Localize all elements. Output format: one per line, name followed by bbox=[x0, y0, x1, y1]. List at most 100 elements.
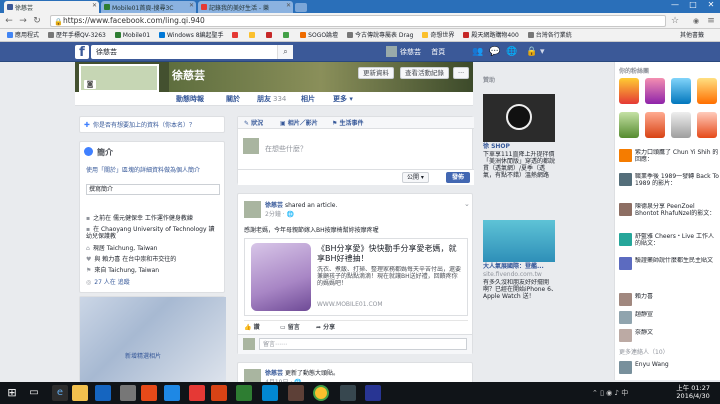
bookmark-item[interactable]: Windows 8編起聖手 bbox=[159, 29, 224, 41]
app-icon[interactable] bbox=[288, 385, 304, 401]
chat-contact[interactable]: Enyu Wang bbox=[619, 360, 719, 377]
app-icon[interactable] bbox=[141, 385, 157, 401]
bookmark-item[interactable]: 奇想世界 bbox=[422, 29, 454, 41]
page-thumbnail[interactable] bbox=[645, 78, 665, 104]
profile-shortcut[interactable]: 徐慈芸 首頁 bbox=[386, 45, 445, 59]
like-button[interactable]: 👍 讚 bbox=[244, 324, 260, 331]
file-explorer-icon[interactable] bbox=[72, 385, 88, 401]
status-input[interactable]: 在想些什麼？ bbox=[265, 144, 307, 154]
chat-contact[interactable]: 奈靜文 bbox=[619, 328, 719, 345]
settings-dropdown-icon[interactable]: ▾ bbox=[540, 46, 545, 58]
page-thumbnail[interactable] bbox=[671, 78, 691, 104]
taskbar-clock[interactable]: 上午 01:27 2016/4/30 bbox=[676, 384, 710, 400]
close-tab-icon[interactable]: ✕ bbox=[92, 2, 97, 9]
chrome-icon[interactable] bbox=[313, 385, 329, 401]
post-button[interactable]: 發佈 bbox=[446, 172, 470, 183]
notifications-icon[interactable]: 🌐 bbox=[506, 46, 517, 58]
messages-icon[interactable]: 💬 bbox=[489, 46, 500, 58]
ask-info-card[interactable]: ✚ 你是否有想要加上的資料（你本名）？ bbox=[79, 116, 225, 133]
home-link[interactable]: 首頁 bbox=[431, 48, 445, 56]
close-tab-icon[interactable]: ✕ bbox=[189, 2, 194, 9]
bookmark-item[interactable] bbox=[266, 29, 274, 41]
comment-input[interactable]: 留言⋯⋯ bbox=[259, 338, 467, 350]
excel-icon[interactable] bbox=[236, 385, 252, 401]
ad-title[interactable]: 大人氣展國際：登艦... bbox=[483, 263, 544, 270]
ad-image[interactable] bbox=[483, 94, 555, 142]
more-options-button[interactable]: ··· bbox=[453, 67, 470, 79]
bookmark-apps[interactable]: 應用程式 bbox=[7, 29, 39, 41]
tab-about[interactable]: 關於 bbox=[226, 93, 240, 105]
page-thumbnail[interactable] bbox=[645, 112, 665, 138]
app-icon[interactable] bbox=[120, 385, 136, 401]
tab-third[interactable]: 記錄我的美好生活 - 樂 ✕ bbox=[198, 1, 293, 13]
privacy-icon[interactable]: 🔒 bbox=[526, 46, 537, 58]
privacy-selector[interactable]: 公開 ▾ bbox=[402, 172, 429, 183]
bookmark-item[interactable]: 殿天網路購物400 bbox=[463, 29, 519, 41]
tab-facebook[interactable]: 徐慈芸 ✕ bbox=[4, 1, 99, 13]
tab-photo-video[interactable]: ▣ 相片／影片 bbox=[280, 120, 318, 127]
avatar[interactable] bbox=[244, 201, 261, 218]
app-icon[interactable] bbox=[365, 385, 381, 401]
update-info-button[interactable]: 更新資料 bbox=[358, 67, 394, 79]
menu-icon[interactable]: ≡ bbox=[705, 15, 717, 27]
new-tab-button[interactable] bbox=[295, 3, 307, 12]
friend-requests-icon[interactable]: 👥 bbox=[472, 46, 483, 58]
tab-mobile01[interactable]: Mobile01首頁-搜尋3C ✕ bbox=[101, 1, 196, 13]
reload-icon[interactable]: ↻ bbox=[31, 15, 43, 27]
maximize-button[interactable]: □ bbox=[684, 0, 702, 9]
powerpoint-icon[interactable] bbox=[211, 385, 227, 401]
page-thumbnail[interactable] bbox=[671, 112, 691, 138]
page-activity-item[interactable]: 舒藍雅 Cheers・Live 工作人的貼文： bbox=[619, 232, 719, 249]
bookmark-item[interactable] bbox=[249, 29, 257, 41]
bookmark-item[interactable]: SOGO論壇 bbox=[300, 29, 338, 41]
ad-title[interactable]: 徐 SHOP bbox=[483, 143, 510, 150]
activity-log-button[interactable]: 查看活動紀錄 bbox=[400, 67, 449, 79]
post-time[interactable]: 2分鐘 · 🌐 bbox=[265, 211, 294, 218]
featured-photos-card[interactable]: 新增精選相片 bbox=[79, 296, 226, 383]
bookmark-item[interactable]: Mobile01 bbox=[114, 29, 150, 41]
comment-button[interactable]: ▭ 留言 bbox=[280, 324, 300, 331]
page-activity-item[interactable]: 驗證藥師說什麼都生民主貼文 bbox=[619, 256, 719, 273]
bookmark-other[interactable]: 其他書籤 bbox=[680, 30, 704, 42]
address-bar[interactable]: 🔒 https://www.facebook.com/ling.qi.940 bbox=[50, 15, 666, 27]
word-icon[interactable] bbox=[164, 385, 180, 401]
page-activity-item[interactable]: 陳德泉分享 PeenZoel Bhontot RhafuNzel的影文： bbox=[619, 202, 719, 219]
tab-timeline[interactable]: 動態時報 bbox=[176, 93, 204, 105]
page-activity-item[interactable]: 職業季後 1989一發轉 Back To 1989 的影片： bbox=[619, 172, 719, 189]
minimize-button[interactable]: — bbox=[666, 0, 684, 9]
chat-contact[interactable]: 賴力喜 bbox=[619, 292, 719, 309]
bookmark-item[interactable] bbox=[283, 29, 291, 41]
intro-item[interactable]: ◎ 27 人在 追蹤 bbox=[86, 279, 222, 286]
share-button[interactable]: ➦ 分享 bbox=[316, 324, 335, 331]
chat-contact[interactable]: 趙靜宣 bbox=[619, 310, 719, 327]
app-icon[interactable] bbox=[189, 385, 205, 401]
page-thumbnail[interactable] bbox=[619, 78, 639, 104]
ad-image[interactable] bbox=[483, 220, 555, 262]
facebook-logo-icon[interactable]: f bbox=[75, 45, 89, 60]
bookmark-item[interactable] bbox=[232, 29, 240, 41]
store-icon[interactable] bbox=[95, 385, 111, 401]
tab-photos[interactable]: 相片 bbox=[301, 93, 315, 105]
task-view-icon[interactable]: ▭ bbox=[26, 385, 42, 401]
facebook-search-input[interactable]: 徐慈芸 ⌕ bbox=[91, 45, 293, 59]
page-thumbnail[interactable] bbox=[697, 78, 717, 104]
page-thumbnail[interactable] bbox=[619, 112, 639, 138]
tab-status[interactable]: ✎ 狀況 bbox=[244, 120, 263, 127]
edge-icon[interactable]: e bbox=[52, 385, 68, 401]
forward-icon[interactable]: → bbox=[17, 15, 29, 27]
bookmark-item[interactable]: 歷年手標QV-3263 bbox=[47, 29, 106, 41]
tab-more[interactable]: 更多 ▾ bbox=[333, 93, 353, 105]
app-icon[interactable] bbox=[340, 385, 356, 401]
link-preview[interactable]: 《BH分享愛》快快動手分享愛老媽，就享BH好禮抽！ 洗衣、煮飯、打掃、整理家務都… bbox=[244, 238, 468, 316]
add-featured-photos-link[interactable]: 新增精選相片 bbox=[125, 353, 161, 360]
bookmark-star-icon[interactable]: ☆ bbox=[669, 15, 681, 27]
search-icon[interactable]: ⌕ bbox=[277, 45, 293, 59]
back-icon[interactable]: ← bbox=[3, 15, 15, 27]
close-window-button[interactable]: ✕ bbox=[702, 0, 720, 9]
bookmark-item[interactable]: 台灣各行業統 bbox=[527, 29, 572, 41]
tab-friends[interactable]: 朋友 334 bbox=[257, 93, 286, 105]
start-icon[interactable]: ⊞ bbox=[4, 385, 20, 401]
tab-life-event[interactable]: ⚑ 生活事件 bbox=[332, 120, 363, 127]
camera-icon[interactable]: ◙ bbox=[84, 80, 96, 89]
page-thumbnail[interactable] bbox=[697, 112, 717, 138]
